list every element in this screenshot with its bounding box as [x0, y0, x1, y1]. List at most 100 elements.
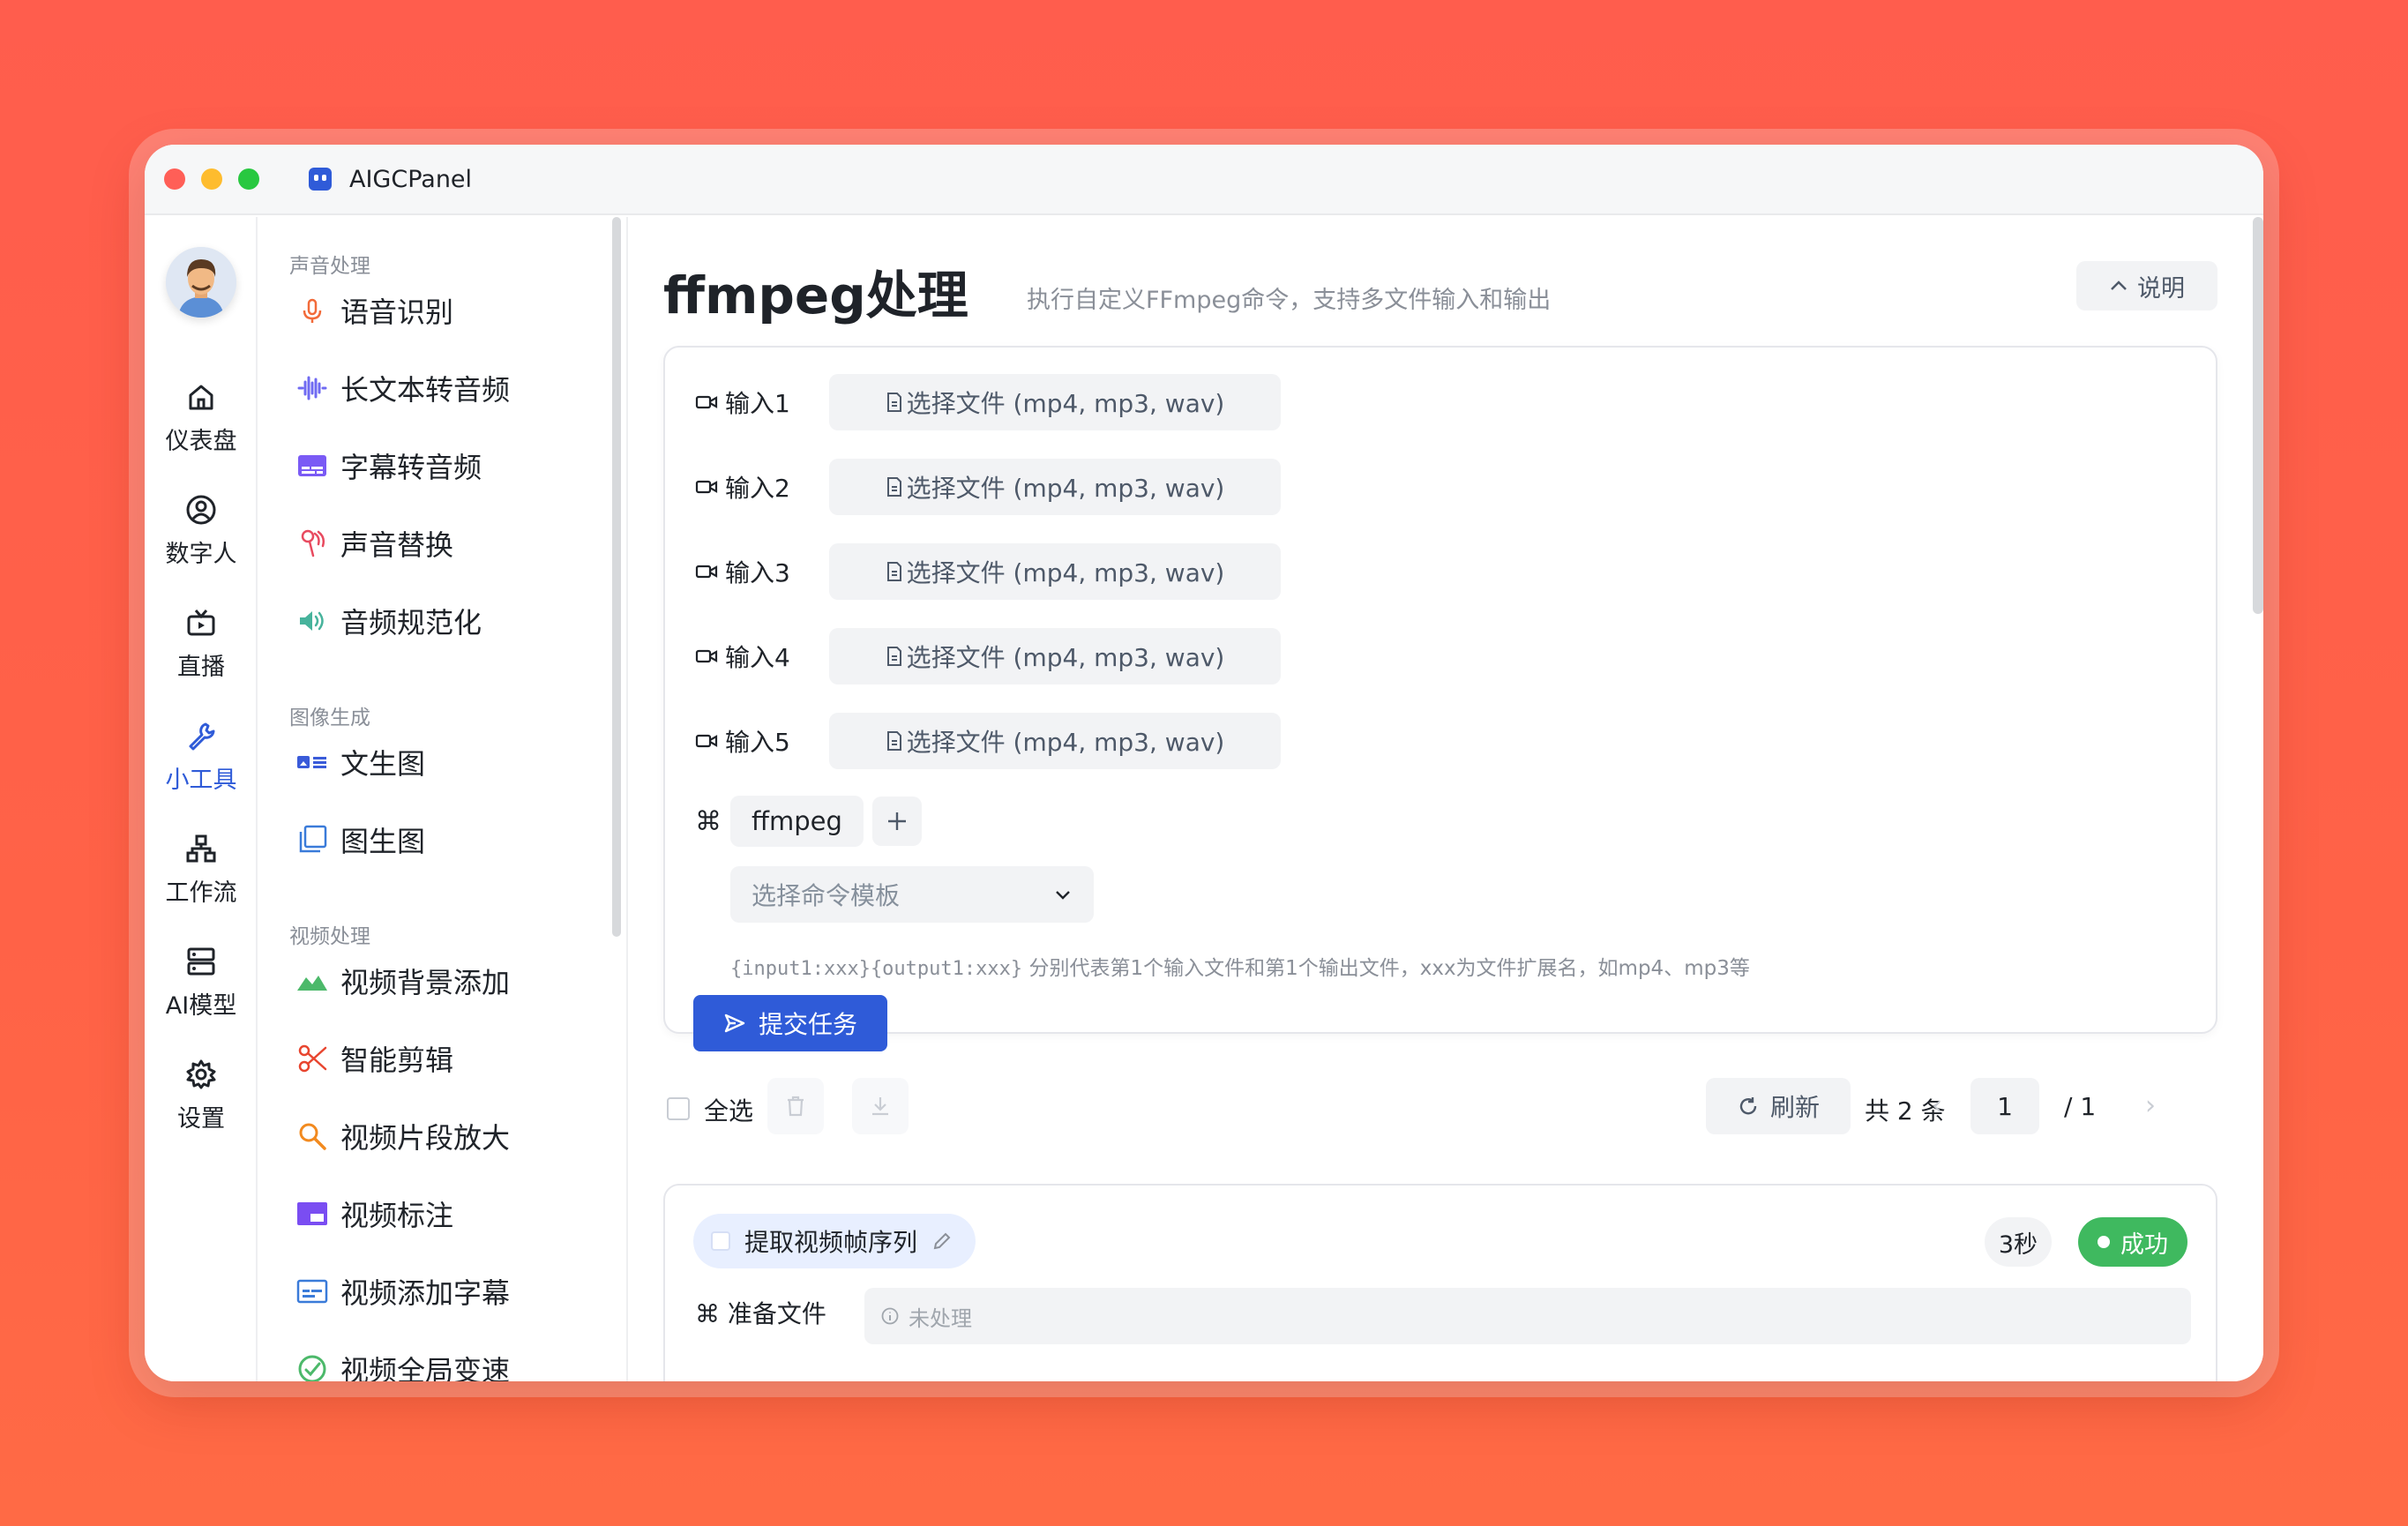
refresh-icon — [1739, 1097, 1757, 1115]
next-page-button[interactable]: › — [2145, 1090, 2156, 1121]
avatar-image — [166, 247, 236, 318]
download-selected-button[interactable] — [852, 1078, 909, 1134]
refresh-button[interactable]: 刷新 — [1706, 1078, 1851, 1134]
menu-item-audio-normalize[interactable]: 音频规范化 — [295, 595, 482, 647]
select-file-label: 选择文件 (mp4, mp3, wav) — [906, 643, 1225, 672]
title-bar: AIGCPanel — [145, 145, 2263, 215]
help-toggle-button[interactable]: 说明 — [2076, 261, 2217, 310]
select-file-button-3[interactable]: 选择文件 (mp4, mp3, wav) — [829, 543, 1281, 600]
command-icon: ⌘ — [695, 805, 722, 837]
text-image-icon — [297, 756, 326, 768]
menu-item-image-to-image[interactable]: 图生图 — [295, 813, 425, 866]
send-icon — [724, 1014, 745, 1033]
annotation-icon — [297, 1202, 327, 1225]
task-list-toolbar: 全选 刷新 共 2 条 ‹ 1 / 1 › — [663, 1078, 2217, 1140]
close-window-button[interactable] — [164, 168, 185, 190]
select-all-label: 全选 — [704, 1096, 754, 1126]
submit-label: 提交任务 — [758, 1010, 857, 1039]
video-camera-icon — [695, 395, 718, 409]
copy-image-icon — [299, 825, 327, 853]
select-all-checkbox[interactable] — [667, 1097, 690, 1120]
hint-text: 分别代表第1个输入文件和第1个输出文件，xxx为文件扩展名，如mp4、mp3等 — [1022, 957, 1750, 980]
menu-item-video-annotation[interactable]: 视频标注 — [295, 1187, 453, 1240]
refresh-label: 刷新 — [1769, 1093, 1820, 1122]
delete-selected-button[interactable] — [767, 1078, 824, 1134]
main-scrollbar[interactable] — [2253, 217, 2263, 614]
task-checkbox[interactable] — [711, 1231, 730, 1251]
menu-item-label: 声音替换 — [340, 528, 454, 562]
select-file-button-1[interactable]: 选择文件 (mp4, mp3, wav) — [829, 374, 1281, 430]
command-chip[interactable]: ffmpeg — [730, 796, 864, 847]
rail-item-live[interactable]: 直播 — [145, 605, 258, 682]
placeholder-hint: {input1:xxx}{output1:xxx} 分别代表第1个输入文件和第1… — [730, 951, 1750, 981]
select-file-label: 选择文件 (mp4, mp3, wav) — [906, 558, 1225, 587]
rail-item-label: 直播 — [177, 654, 225, 681]
rail-item-workflow[interactable]: 工作流 — [145, 831, 258, 908]
menu-item-label: 视频标注 — [340, 1199, 454, 1232]
rail-item-label: 仪表盘 — [165, 428, 237, 455]
menu-item-video-background[interactable]: 视频背景添加 — [295, 954, 510, 1007]
gear-icon — [186, 1059, 216, 1089]
video-camera-icon — [695, 480, 718, 494]
task-title-tag[interactable]: 提取视频帧序列 — [693, 1214, 976, 1268]
maximize-window-button[interactable] — [238, 168, 259, 190]
rail-item-label: 设置 — [177, 1105, 225, 1133]
file-icon — [886, 477, 901, 497]
menu-item-label: 语音识别 — [340, 295, 454, 329]
menu-item-label: 视频全局变速 — [340, 1354, 511, 1381]
menu-item-video-zoom[interactable]: 视频片段放大 — [295, 1110, 510, 1163]
plus-icon — [887, 812, 906, 830]
menu-group-label: 图像生成 — [289, 707, 370, 729]
prev-page-button[interactable]: ‹ — [1932, 1090, 1942, 1121]
menu-item-long-text-to-audio[interactable]: 长文本转音频 — [295, 362, 510, 415]
select-file-button-2[interactable]: 选择文件 (mp4, mp3, wav) — [829, 459, 1281, 515]
add-argument-button[interactable] — [871, 797, 922, 846]
input-row-2: 输入2 选择文件 (mp4, mp3, wav) — [695, 459, 1281, 515]
minimize-window-button[interactable] — [201, 168, 222, 190]
caption-icon — [296, 1279, 328, 1304]
rail-item-settings[interactable]: 设置 — [145, 1057, 258, 1133]
rail-item-ai-models[interactable]: AI模型 — [145, 944, 258, 1021]
menu-item-speech-recognition[interactable]: 语音识别 — [295, 284, 453, 337]
select-file-button-4[interactable]: 选择文件 (mp4, mp3, wav) — [829, 628, 1281, 684]
command-template-select[interactable]: 选择命令模板 — [730, 866, 1094, 923]
rail-item-digital-human[interactable]: 数字人 — [145, 492, 258, 569]
menu-item-label: 视频添加字幕 — [340, 1276, 511, 1310]
edit-pencil-icon[interactable] — [931, 1231, 953, 1252]
input-row-5: 输入5 选择文件 (mp4, mp3, wav) — [695, 713, 1281, 769]
submit-task-button[interactable]: 提交任务 — [693, 995, 887, 1051]
rail-item-tools[interactable]: 小工具 — [145, 718, 258, 795]
menu-item-label: 图生图 — [340, 825, 426, 858]
scissors-icon — [298, 1044, 327, 1073]
select-file-button-5[interactable]: 选择文件 (mp4, mp3, wav) — [829, 713, 1281, 769]
app-title: AIGCPanel — [349, 165, 473, 193]
input-row-1: 输入1 选择文件 (mp4, mp3, wav) — [695, 374, 1281, 430]
prepare-files-text: 未处理 — [909, 1305, 972, 1331]
menu-item-video-subtitles[interactable]: 视频添加字幕 — [295, 1265, 510, 1318]
input-label: 输入1 — [725, 389, 790, 418]
menu-scrollbar[interactable] — [612, 217, 621, 937]
menu-group-label: 声音处理 — [289, 255, 370, 278]
window-controls — [164, 168, 259, 190]
app-logo-icon — [309, 168, 332, 191]
avatar[interactable] — [166, 247, 236, 318]
menu-item-text-to-image[interactable]: 文生图 — [295, 736, 425, 789]
menu-item-voice-replace[interactable]: 声音替换 — [295, 517, 453, 570]
chevron-up-icon — [2111, 281, 2127, 290]
status-badge: 成功 — [2078, 1217, 2187, 1267]
menu-item-label: 字幕转音频 — [340, 451, 482, 484]
home-icon — [189, 385, 213, 410]
menu-item-smart-edit[interactable]: 智能剪辑 — [295, 1032, 453, 1085]
menu-item-label: 长文本转音频 — [340, 373, 511, 407]
file-icon — [886, 562, 901, 581]
workflow-icon — [186, 834, 216, 863]
file-icon — [886, 647, 901, 666]
speedometer-icon — [298, 1355, 326, 1381]
server-icon — [187, 947, 215, 976]
menu-item-subtitle-to-audio[interactable]: 字幕转音频 — [295, 439, 482, 492]
menu-item-label: 文生图 — [340, 747, 426, 781]
page-number-input[interactable]: 1 — [1971, 1078, 2039, 1134]
rail-item-dashboard[interactable]: 仪表盘 — [145, 379, 258, 456]
menu-item-label: 音频规范化 — [340, 606, 482, 640]
menu-item-video-speed[interactable]: 视频全局变速 — [295, 1343, 510, 1381]
